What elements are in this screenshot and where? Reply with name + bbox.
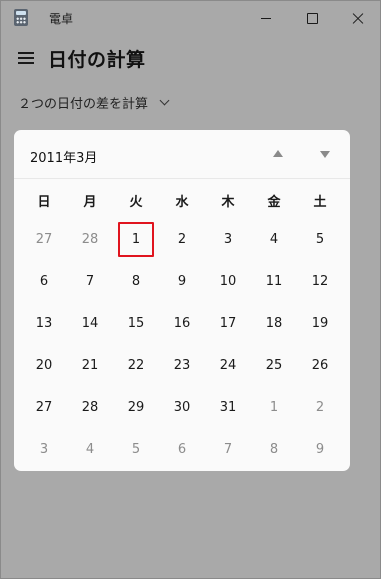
close-button[interactable] (335, 1, 381, 35)
page-title: 日付の計算 (48, 49, 146, 71)
calculator-window: 電卓 日付の計算 ２つの日付の差を計算 2011年3月 日月火水木金土 27 28… (0, 0, 381, 579)
calendar-day[interactable]: 9 (159, 260, 205, 302)
calendar-day[interactable]: 10 (205, 260, 251, 302)
calendar-popup: 2011年3月 日月火水木金土 27 28 1 2 3 4 5 6 7 8 9 10 11 12 13 14 1… (14, 130, 350, 471)
calendar-day[interactable]: 17 (205, 302, 251, 344)
calculation-mode-dropdown[interactable]: ２つの日付の差を計算 (18, 93, 170, 112)
weekday-label: 水 (175, 195, 189, 210)
calendar-header: 2011年3月 (14, 130, 350, 179)
month-year-button[interactable]: 2011年3月 (30, 147, 97, 166)
calendar-day[interactable]: 7 (67, 260, 113, 302)
calendar-day[interactable]: 13 (21, 302, 67, 344)
calendar-day[interactable]: 8 (251, 428, 297, 470)
calendar-day[interactable]: 25 (251, 344, 297, 386)
calendar-day[interactable]: 3 (21, 428, 67, 470)
calculation-mode-label: ２つの日付の差を計算 (18, 97, 149, 112)
calendar-day[interactable]: 23 (159, 344, 205, 386)
calendar-day[interactable]: 19 (297, 302, 343, 344)
calendar-day[interactable]: 5 (113, 428, 159, 470)
next-month-button[interactable] (320, 151, 330, 158)
calendar-day[interactable]: 30 (159, 386, 205, 428)
calendar-day[interactable]: 6 (21, 260, 67, 302)
calendar-day[interactable]: 3 (205, 218, 251, 260)
maximize-icon (306, 12, 318, 24)
weekday-label: 日 (37, 195, 51, 210)
calendar-day[interactable]: 4 (251, 218, 297, 260)
calendar-day[interactable]: 5 (297, 218, 343, 260)
calendar-day[interactable]: 2 (297, 386, 343, 428)
calendar-day[interactable]: 18 (251, 302, 297, 344)
calendar-day[interactable]: 24 (205, 344, 251, 386)
calendar-day[interactable]: 28 (67, 386, 113, 428)
weekday-label: 土 (313, 195, 327, 210)
minimize-icon (261, 17, 271, 19)
calendar-day[interactable]: 27 (21, 218, 67, 260)
calendar-day[interactable]: 26 (297, 344, 343, 386)
calendar-day[interactable]: 15 (113, 302, 159, 344)
calendar-day[interactable]: 9 (297, 428, 343, 470)
calendar-day[interactable]: 16 (159, 302, 205, 344)
calendar-day[interactable]: 12 (297, 260, 343, 302)
calculator-icon (14, 9, 28, 26)
calendar-day[interactable]: 2 (159, 218, 205, 260)
weekday-header-row: 日月火水木金土 (21, 191, 343, 210)
calendar-day[interactable]: 21 (67, 344, 113, 386)
maximize-button[interactable] (289, 1, 335, 35)
calendar-day[interactable]: 27 (21, 386, 67, 428)
calendar-day[interactable]: 7 (205, 428, 251, 470)
title-bar: 電卓 (1, 1, 380, 35)
calendar-day[interactable]: 4 (67, 428, 113, 470)
calendar-day[interactable]: 6 (159, 428, 205, 470)
calendar-day[interactable]: 11 (251, 260, 297, 302)
weekday-label: 火 (129, 195, 143, 210)
weekday-label: 金 (267, 195, 281, 210)
hamburger-menu-icon[interactable] (18, 52, 34, 64)
weekday-label: 木 (221, 195, 235, 210)
app-title: 電卓 (49, 12, 74, 26)
close-icon (352, 12, 364, 24)
calendar-day[interactable]: 28 (67, 218, 113, 260)
calendar-day[interactable]: 1 (251, 386, 297, 428)
calendar-day[interactable]: 31 (205, 386, 251, 428)
calendar-day[interactable]: 8 (113, 260, 159, 302)
weekday-label: 月 (83, 195, 97, 210)
chevron-down-icon (159, 95, 170, 106)
calendar-day[interactable]: 29 (113, 386, 159, 428)
calendar-day[interactable]: 20 (21, 344, 67, 386)
calendar-day-selected[interactable]: 1 (113, 218, 159, 260)
calendar-day[interactable]: 14 (67, 302, 113, 344)
calendar-day-grid: 27 28 1 2 3 4 5 6 7 8 9 10 11 12 13 14 15 16 17 18 19 20 21 22 2… (21, 218, 343, 470)
minimize-button[interactable] (243, 1, 289, 35)
previous-month-button[interactable] (273, 150, 283, 157)
calendar-day[interactable]: 22 (113, 344, 159, 386)
